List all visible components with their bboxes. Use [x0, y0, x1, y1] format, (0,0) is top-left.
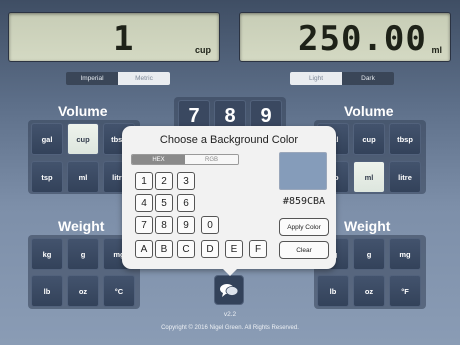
apply-color-button[interactable]: Apply Color — [279, 218, 329, 236]
copyright-label: Copyright © 2016 Nigel Green. All Rights… — [161, 325, 299, 331]
right-volume-tbsp[interactable]: tbsp — [389, 123, 421, 155]
right-display-value: 250.00 — [298, 19, 427, 59]
left-display: 1 cup — [8, 12, 220, 62]
metric-option[interactable]: Metric — [118, 72, 170, 85]
dialog-title: Choose a Background Color — [159, 134, 299, 146]
theme-toggle[interactable]: Light Dark — [290, 72, 394, 85]
rgb-mode-option[interactable]: RGB — [185, 155, 238, 164]
right-display: 250.00 ml — [239, 12, 451, 62]
right-volume-ml[interactable]: ml — [353, 161, 385, 193]
dialog-pointer — [222, 268, 238, 276]
chat-bubbles-icon — [220, 284, 239, 297]
left-volume-gal[interactable]: gal — [31, 123, 63, 155]
hex-key-9[interactable]: 9 — [177, 216, 195, 234]
hex-key-0[interactable]: 0 — [201, 216, 219, 234]
hex-key-e[interactable]: E — [225, 240, 243, 258]
hex-key-3[interactable]: 3 — [177, 172, 195, 190]
hex-key-1[interactable]: 1 — [135, 172, 153, 190]
hex-key-6[interactable]: 6 — [177, 194, 195, 212]
left-weight-kg[interactable]: kg — [31, 238, 63, 270]
hex-key-4[interactable]: 4 — [135, 194, 153, 212]
left-weight-celsius[interactable]: °C — [103, 275, 135, 307]
color-swatch — [279, 152, 327, 190]
volume-title-right: Volume — [344, 103, 394, 119]
right-weight-mg[interactable]: mg — [389, 238, 421, 270]
measurement-system-toggle[interactable]: Imperial Metric — [66, 72, 170, 85]
left-volume-ml[interactable]: ml — [67, 161, 99, 193]
left-volume-tsp[interactable]: tsp — [31, 161, 63, 193]
version-label: v2.2 — [223, 311, 237, 318]
right-display-unit: ml — [431, 45, 442, 55]
left-weight-lb[interactable]: lb — [31, 275, 63, 307]
left-display-unit: cup — [194, 45, 211, 55]
hex-key-a[interactable]: A — [135, 240, 153, 258]
right-volume-cup[interactable]: cup — [353, 123, 385, 155]
hex-mode-option[interactable]: HEX — [132, 155, 185, 164]
hex-key-c[interactable]: C — [177, 240, 195, 258]
light-option[interactable]: Light — [290, 72, 342, 85]
weight-title-right: Weight — [344, 218, 391, 234]
weight-title-left: Weight — [58, 218, 105, 234]
background-color-dialog: Choose a Background Color HEX RGB 1 2 3 … — [122, 126, 336, 269]
color-mode-toggle[interactable]: HEX RGB — [131, 154, 239, 165]
hex-key-d[interactable]: D — [201, 240, 219, 258]
color-picker-button[interactable] — [214, 275, 244, 305]
dark-option[interactable]: Dark — [342, 72, 394, 85]
hex-key-b[interactable]: B — [155, 240, 173, 258]
right-weight-fahrenheit[interactable]: °F — [389, 275, 421, 307]
hex-key-2[interactable]: 2 — [155, 172, 173, 190]
left-weight-g[interactable]: g — [67, 238, 99, 270]
left-weight-oz[interactable]: oz — [67, 275, 99, 307]
left-display-value: 1 — [113, 19, 135, 59]
volume-title-left: Volume — [58, 103, 108, 119]
hex-key-5[interactable]: 5 — [155, 194, 173, 212]
imperial-option[interactable]: Imperial — [66, 72, 118, 85]
hex-key-f[interactable]: F — [249, 240, 267, 258]
left-volume-cup[interactable]: cup — [67, 123, 99, 155]
hex-key-7[interactable]: 7 — [135, 216, 153, 234]
right-weight-oz[interactable]: oz — [353, 275, 385, 307]
hex-value: #859CBA — [282, 196, 326, 207]
hex-key-8[interactable]: 8 — [155, 216, 173, 234]
right-weight-g[interactable]: g — [353, 238, 385, 270]
right-volume-litre[interactable]: litre — [389, 161, 421, 193]
right-weight-lb[interactable]: lb — [317, 275, 349, 307]
clear-button[interactable]: Clear — [279, 241, 329, 259]
